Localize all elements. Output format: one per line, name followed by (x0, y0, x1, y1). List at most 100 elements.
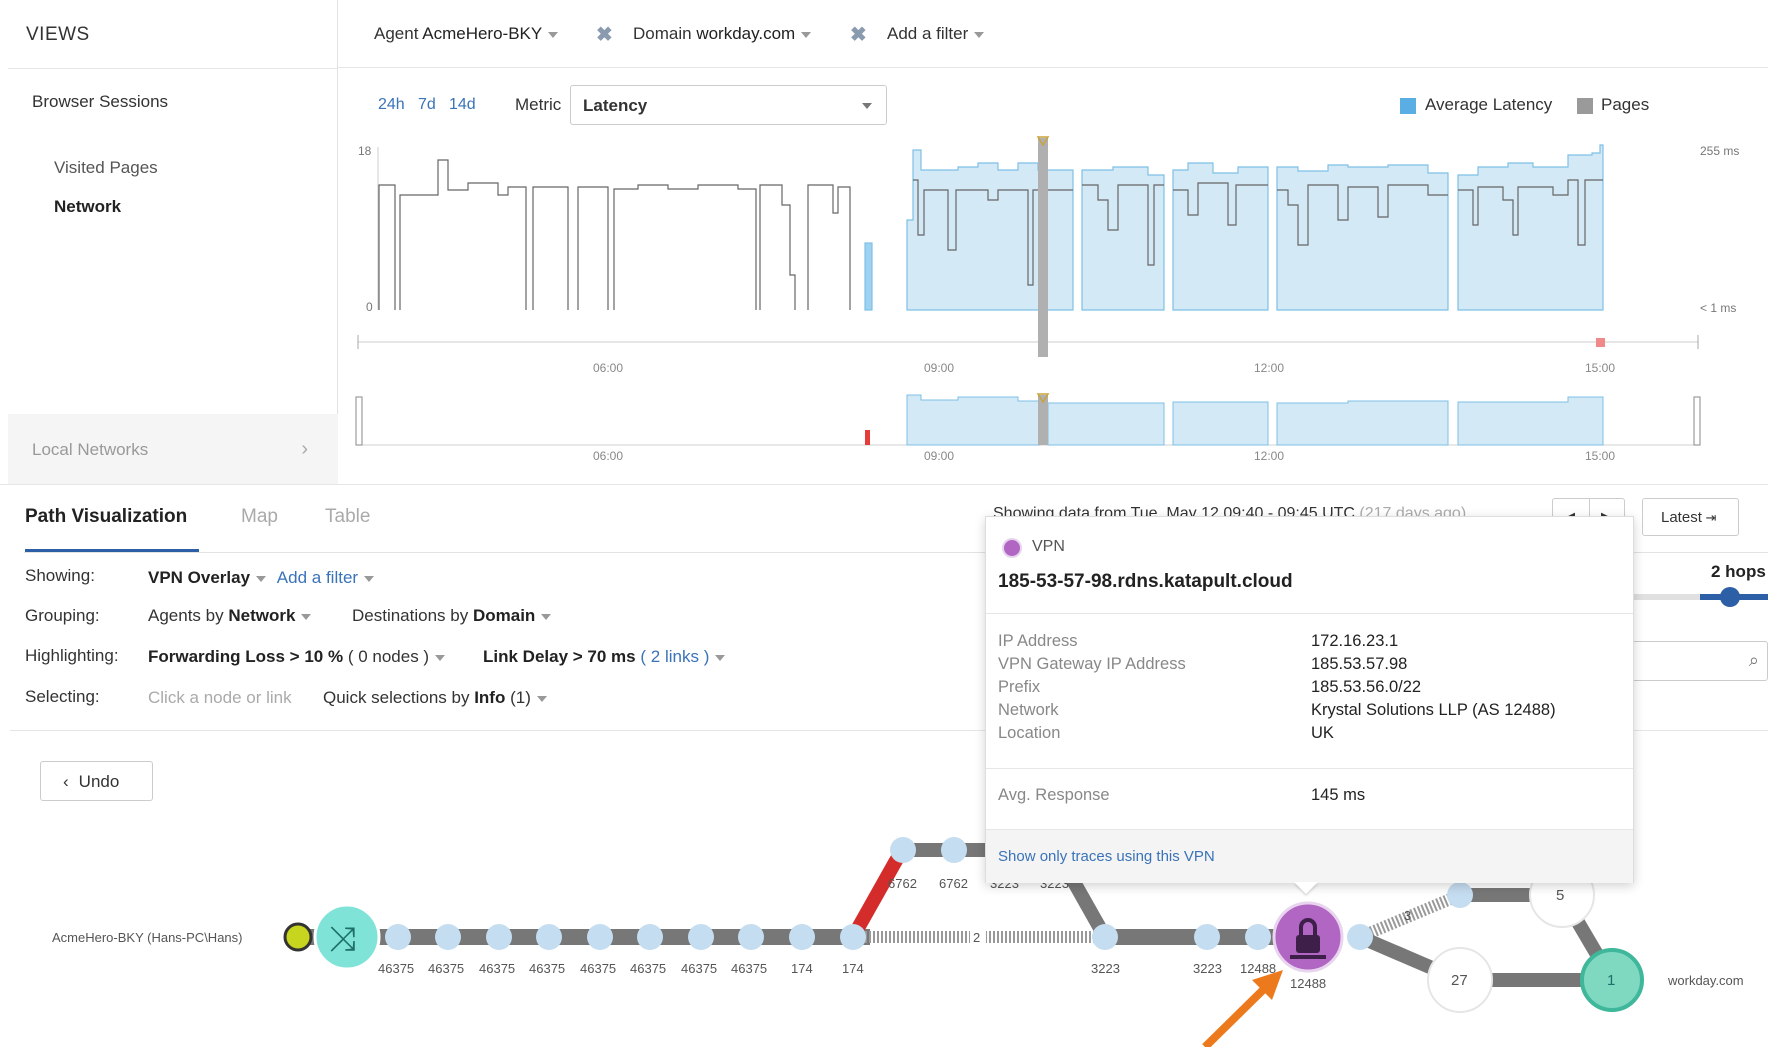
hop-node[interactable] (1347, 924, 1373, 950)
domain-filter-value: workday.com (696, 24, 796, 43)
latest-button[interactable]: Latest ⇥ (1642, 498, 1739, 536)
quick-selections[interactable]: Quick selections by Info (1) (323, 688, 547, 708)
hop-node[interactable] (435, 924, 461, 950)
selecting-label: Selecting: (25, 687, 100, 706)
collapse-icon: ⤨ (329, 920, 356, 958)
hop-node[interactable] (738, 924, 764, 950)
hop-node[interactable] (890, 837, 916, 863)
hop-node[interactable] (840, 924, 866, 950)
remove-filter-icon[interactable]: ✖ (850, 22, 867, 47)
quick-count: (1) (510, 688, 531, 707)
hop-node[interactable] (1194, 924, 1220, 950)
chevron-down-icon (364, 575, 375, 582)
hop-node[interactable] (941, 837, 967, 863)
hop-node[interactable] (536, 924, 562, 950)
highlight-loss[interactable]: Forwarding Loss > 10 % ( 0 nodes ) (148, 647, 446, 667)
pages-line (399, 159, 527, 310)
hop-label: 12488 (1240, 961, 1276, 976)
agent-node[interactable] (283, 922, 313, 952)
skip-end-icon: ⇥ (1701, 510, 1717, 525)
tooltip-value: 185.53.57.98 (1311, 655, 1408, 673)
quick-value: Info (474, 688, 506, 707)
nav-visited-pages[interactable]: Visited Pages (54, 158, 158, 178)
domain-filter[interactable]: Domain workday.com (633, 24, 812, 44)
showing-options[interactable]: VPN Overlay Add a filter (148, 568, 375, 588)
hop-node[interactable] (1092, 924, 1118, 950)
hop-label: 46375 (428, 961, 464, 976)
undo-button[interactable]: ‹ Undo (40, 761, 153, 801)
grouping-agents[interactable]: Agents by Network (148, 606, 312, 626)
hop-label: 46375 (580, 961, 616, 976)
pages-line (577, 186, 609, 310)
chevron-down-icon (435, 654, 446, 661)
hop-label: 46375 (630, 961, 666, 976)
y-right-min: < 1 ms (1700, 301, 1736, 315)
agent-filter[interactable]: Agent AcmeHero-BKY (374, 24, 559, 44)
hop-label: 12488 (1290, 976, 1326, 991)
search-input[interactable]: ⌕ (1620, 641, 1768, 681)
hop-label: 46375 (731, 961, 767, 976)
tab-path-visualization[interactable]: Path Visualization (25, 506, 187, 528)
high-delay-link[interactable] (846, 846, 909, 941)
hop-node[interactable] (1447, 882, 1473, 908)
hop-label: 46375 (681, 961, 717, 976)
overview-handle-left[interactable] (355, 396, 363, 446)
highlight-delay[interactable]: Link Delay > 70 ms ( 2 links ) (483, 647, 726, 667)
chevron-down-icon (536, 695, 547, 702)
hop-node[interactable] (789, 924, 815, 950)
hop-node[interactable] (688, 924, 714, 950)
selection-handle[interactable] (1038, 310, 1048, 357)
range-14d[interactable]: 14d (449, 96, 476, 114)
hop-node[interactable] (1245, 924, 1271, 950)
overview-area (1047, 402, 1165, 446)
tab-table[interactable]: Table (325, 506, 370, 528)
grouping-dest-value: Domain (472, 606, 536, 625)
hop-label: 6762 (939, 876, 968, 891)
highlight-delay-count[interactable]: ( 2 links ) (640, 647, 709, 666)
search-icon: ⌕ (1748, 650, 1759, 670)
hop-node[interactable] (637, 924, 663, 950)
tooltip-value: UK (1311, 724, 1334, 742)
latency-area (906, 149, 1041, 311)
overview-areas (906, 394, 1604, 446)
overview-strip[interactable]: 06:00 09:00 12:00 15:00 (355, 393, 1701, 463)
pages-line (613, 184, 757, 310)
selection-marker[interactable] (1038, 138, 1048, 310)
add-filter-link[interactable]: Add a filter (887, 24, 985, 44)
tab-map[interactable]: Map (241, 506, 278, 528)
latency-chart[interactable]: 18 0 255 ms < 1 ms 06:00 09:00 12:00 15:… (338, 125, 1768, 470)
chevron-down-icon (715, 654, 726, 661)
show-vpn-traces-link[interactable]: Show only traces using this VPN (998, 848, 1215, 865)
pages-line (532, 186, 569, 310)
legend-average-latency[interactable]: Average Latency (1425, 95, 1552, 115)
hop-node[interactable] (486, 924, 512, 950)
hops-slider-thumb[interactable] (1720, 587, 1740, 607)
tooltip-value: Krystal Solutions LLP (AS 12488) (1311, 701, 1556, 719)
vpn-tooltip: VPN 185-53-57-98.rdns.katapult.cloud IP … (985, 516, 1634, 883)
hop-label: 46375 (529, 961, 565, 976)
range-7d[interactable]: 7d (418, 96, 436, 114)
legend-pages[interactable]: Pages (1601, 95, 1649, 115)
grouping-dest-prefix: Destinations by (352, 606, 469, 625)
nav-network[interactable]: Network (54, 197, 121, 217)
hop-label: 6762 (888, 876, 917, 891)
hop-node[interactable] (385, 924, 411, 950)
metric-value: Latency (583, 96, 648, 115)
overview-area (1276, 400, 1449, 446)
tooltip-hostname: 185-53-57-98.rdns.katapult.cloud (998, 571, 1293, 592)
nav-local-networks[interactable]: Local Networks › (8, 414, 338, 484)
chevron-down-icon (801, 31, 812, 38)
nav-browser-sessions[interactable]: Browser Sessions (32, 92, 168, 112)
showing-add-filter[interactable]: Add a filter (277, 568, 358, 587)
grouping-destinations[interactable]: Destinations by Domain (352, 606, 552, 626)
section-divider (0, 484, 1768, 485)
overview-handle-right[interactable] (1693, 396, 1701, 446)
hop-node[interactable] (587, 924, 613, 950)
remove-filter-icon[interactable]: ✖ (596, 22, 613, 47)
chevron-down-icon (548, 31, 559, 38)
metric-select[interactable]: Latency (570, 85, 887, 125)
alert-marker[interactable] (1596, 338, 1605, 347)
undo-label: Undo (78, 772, 120, 791)
range-24h[interactable]: 24h (378, 96, 405, 114)
tooltip-key: Location (998, 724, 1061, 742)
